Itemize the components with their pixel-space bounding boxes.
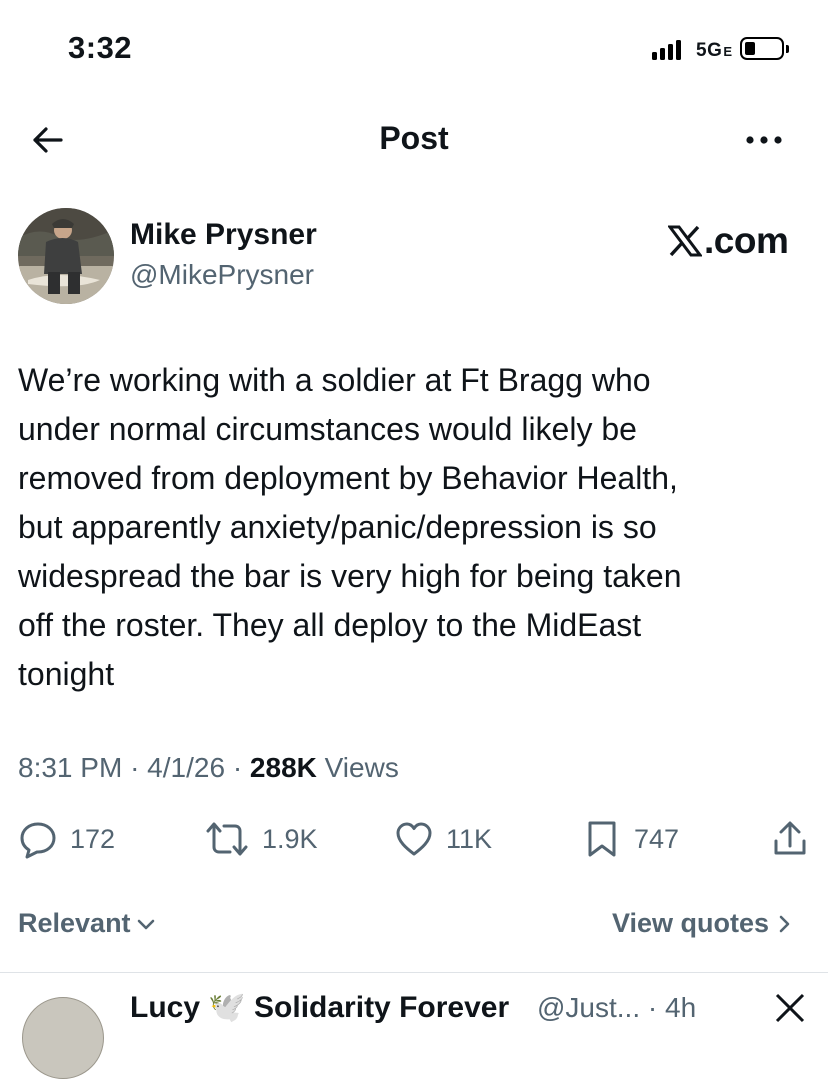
divider [0, 972, 828, 973]
reply-handle-time[interactable]: @Just... · 4h [537, 992, 696, 1024]
meta-separator: · [232, 752, 243, 783]
like-button[interactable]: 11K [394, 818, 492, 860]
network-label: 5G [696, 40, 723, 61]
cellular-signal-icon [652, 38, 681, 60]
repost-button[interactable]: 1.9K [204, 818, 318, 860]
repost-count: 1.9K [262, 823, 318, 854]
post-text: We’re working with a soldier at Ft Bragg… [18, 362, 682, 692]
reply-count: 172 [70, 823, 116, 854]
sort-label: Relevant [18, 908, 131, 938]
author-avatar[interactable] [18, 208, 114, 304]
reply-button[interactable]: 172 [18, 818, 115, 860]
chevron-right-icon [779, 915, 790, 932]
x-logo-icon [668, 225, 702, 257]
more-options-button[interactable] [744, 120, 784, 160]
views-count[interactable]: 288K [250, 752, 317, 783]
share-icon [774, 821, 806, 855]
x-logo-icon [775, 993, 805, 1023]
post-time[interactable]: 8:31 PM [18, 752, 122, 783]
network-indicator: 5GE [696, 40, 733, 62]
avatar-photo [18, 208, 114, 304]
meta-separator: · [130, 752, 140, 783]
battery-cap [786, 45, 789, 53]
author-name[interactable]: Mike Prysner [130, 218, 317, 252]
source-label: .com [704, 220, 789, 261]
battery-icon [740, 37, 784, 60]
reply-author-name[interactable]: Lucy 🕊️ Solidarity Forever [130, 990, 509, 1025]
status-time: 3:32 [68, 30, 133, 65]
view-quotes-link[interactable]: View quotes [612, 908, 793, 939]
post-date[interactable]: 4/1/26 [147, 752, 225, 783]
bookmark-icon [588, 821, 616, 857]
more-horizontal-icon [746, 136, 782, 144]
view-quotes-label: View quotes [612, 908, 770, 938]
like-count: 11K [446, 823, 493, 854]
author-handle[interactable]: @MikePrysner [130, 259, 314, 291]
page-title: Post [379, 120, 449, 156]
bookmark-count: 747 [634, 823, 680, 854]
heart-icon [396, 822, 432, 856]
source-badge: .com [668, 220, 789, 262]
post-meta: 8:31 PM · 4/1/26 · 288K Views [18, 752, 399, 784]
share-button[interactable] [770, 818, 810, 860]
views-label[interactable]: Views [325, 752, 399, 783]
reply-avatar[interactable] [22, 997, 104, 1079]
sort-replies-dropdown[interactable]: Relevant [18, 908, 157, 939]
repost-icon [206, 822, 248, 856]
network-sub-label: E [723, 44, 733, 59]
chevron-down-icon [137, 919, 154, 929]
reply-icon [20, 822, 56, 859]
bookmark-button[interactable]: 747 [582, 818, 679, 860]
